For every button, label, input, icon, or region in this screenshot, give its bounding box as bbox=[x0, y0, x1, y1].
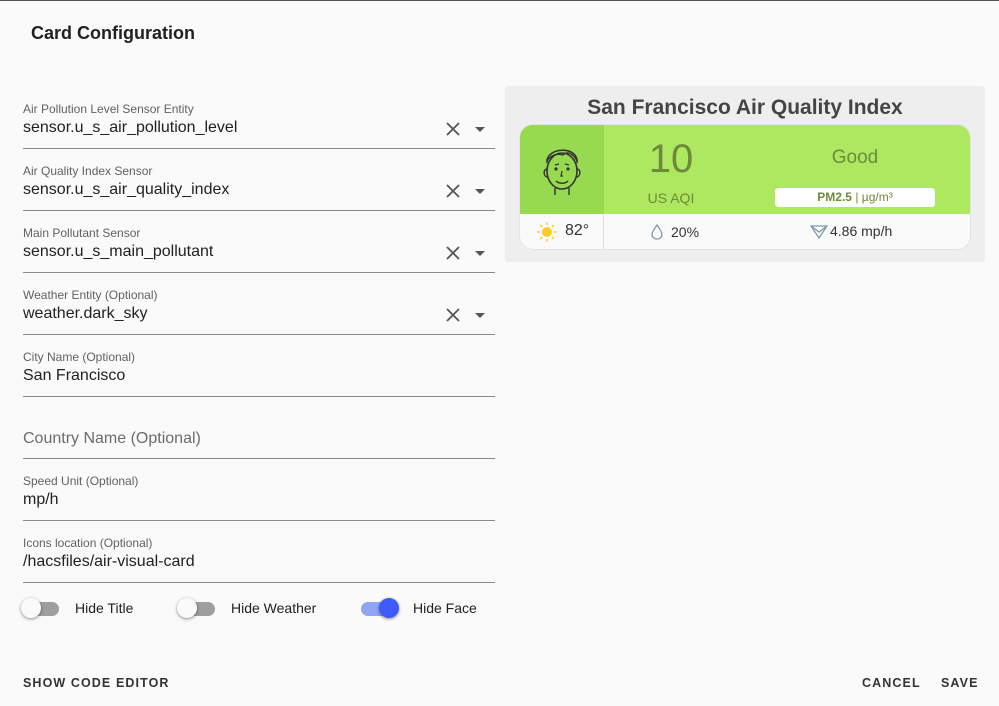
cancel-button[interactable]: CANCEL bbox=[862, 676, 921, 690]
toggle-row: Hide Title Hide Weather Hide Face bbox=[21, 597, 503, 621]
clear-icon[interactable] bbox=[445, 307, 461, 323]
sun-icon bbox=[537, 222, 557, 242]
aqi-status: Good bbox=[831, 147, 879, 168]
toggle-thumb[interactable] bbox=[21, 598, 41, 618]
humidity: 20% bbox=[671, 224, 700, 240]
air-quality-card: 10 US AQI Good PM2.5 | µg/m³ 82° 20% 4.8… bbox=[519, 124, 971, 250]
field-placeholder[interactable]: Country Name (Optional) bbox=[23, 430, 201, 448]
toggle-label: Hide Face bbox=[413, 600, 477, 616]
pollutant-name: PM2.5 bbox=[817, 190, 852, 204]
toggle-label: Hide Weather bbox=[231, 600, 317, 616]
air-quality-index-field[interactable]: Air Quality Index Sensor sensor.u_s_air_… bbox=[23, 164, 495, 211]
clear-icon[interactable] bbox=[445, 183, 461, 199]
field-value[interactable]: mp/h bbox=[23, 491, 59, 509]
save-button[interactable]: SAVE bbox=[941, 676, 979, 690]
weather-row: 82° 20% 4.86 mp/h bbox=[520, 214, 970, 249]
face-icon bbox=[543, 149, 581, 195]
field-value[interactable]: San Francisco bbox=[23, 367, 125, 385]
aqi-value: 10 bbox=[648, 137, 694, 181]
field-value[interactable]: sensor.u_s_air_quality_index bbox=[23, 181, 229, 199]
dropdown-arrow-icon[interactable] bbox=[475, 189, 485, 194]
wind-direction-icon bbox=[810, 225, 828, 240]
field-label: Air Quality Index Sensor bbox=[23, 164, 153, 178]
weather-entity-field[interactable]: Weather Entity (Optional) weather.dark_s… bbox=[23, 288, 495, 335]
field-label: Icons location (Optional) bbox=[23, 536, 153, 550]
city-name-field[interactable]: City Name (Optional) San Francisco bbox=[23, 350, 495, 397]
icons-location-field[interactable]: Icons location (Optional) /hacsfiles/air… bbox=[23, 536, 495, 583]
divider bbox=[603, 214, 604, 249]
show-code-editor-button[interactable]: SHOW CODE EDITOR bbox=[23, 676, 170, 690]
field-value[interactable]: sensor.u_s_air_pollution_level bbox=[23, 119, 237, 137]
field-value[interactable]: weather.dark_sky bbox=[23, 305, 148, 323]
dropdown-arrow-icon[interactable] bbox=[475, 127, 485, 132]
field-label: Main Pollutant Sensor bbox=[23, 226, 141, 240]
toggle-thumb[interactable] bbox=[177, 598, 197, 618]
country-name-field[interactable]: Country Name (Optional) bbox=[23, 412, 495, 459]
dropdown-arrow-icon[interactable] bbox=[475, 313, 485, 318]
toggle-label: Hide Title bbox=[75, 600, 134, 616]
pollutant-unit: µg/m³ bbox=[861, 190, 893, 204]
clear-icon[interactable] bbox=[445, 245, 461, 261]
main-pollutant-badge: PM2.5 | µg/m³ bbox=[775, 188, 935, 207]
field-label: Speed Unit (Optional) bbox=[23, 474, 139, 488]
preview-title: San Francisco Air Quality Index bbox=[587, 96, 903, 119]
field-label: City Name (Optional) bbox=[23, 350, 136, 364]
field-value[interactable]: /hacsfiles/air-visual-card bbox=[23, 553, 195, 571]
wind-speed: 4.86 mp/h bbox=[830, 223, 893, 239]
field-value[interactable]: sensor.u_s_main_pollutant bbox=[23, 243, 213, 261]
dialog-title: Card Configuration bbox=[31, 23, 195, 43]
field-label: Weather Entity (Optional) bbox=[23, 288, 158, 302]
aqi-unit: US AQI bbox=[647, 190, 695, 206]
field-label: Air Pollution Level Sensor Entity bbox=[23, 102, 194, 116]
temperature: 82° bbox=[565, 222, 590, 239]
face-panel bbox=[520, 125, 604, 214]
air-pollution-level-field[interactable]: Air Pollution Level Sensor Entity sensor… bbox=[23, 102, 495, 149]
dropdown-arrow-icon[interactable] bbox=[475, 251, 485, 256]
card-preview: San Francisco Air Quality Index 10 US AQ… bbox=[505, 86, 985, 262]
speed-unit-field[interactable]: Speed Unit (Optional) mp/h bbox=[23, 474, 495, 521]
toggle-thumb[interactable] bbox=[379, 598, 399, 618]
clear-icon[interactable] bbox=[445, 121, 461, 137]
main-pollutant-field[interactable]: Main Pollutant Sensor sensor.u_s_main_po… bbox=[23, 226, 495, 273]
humidity-icon bbox=[651, 224, 663, 240]
